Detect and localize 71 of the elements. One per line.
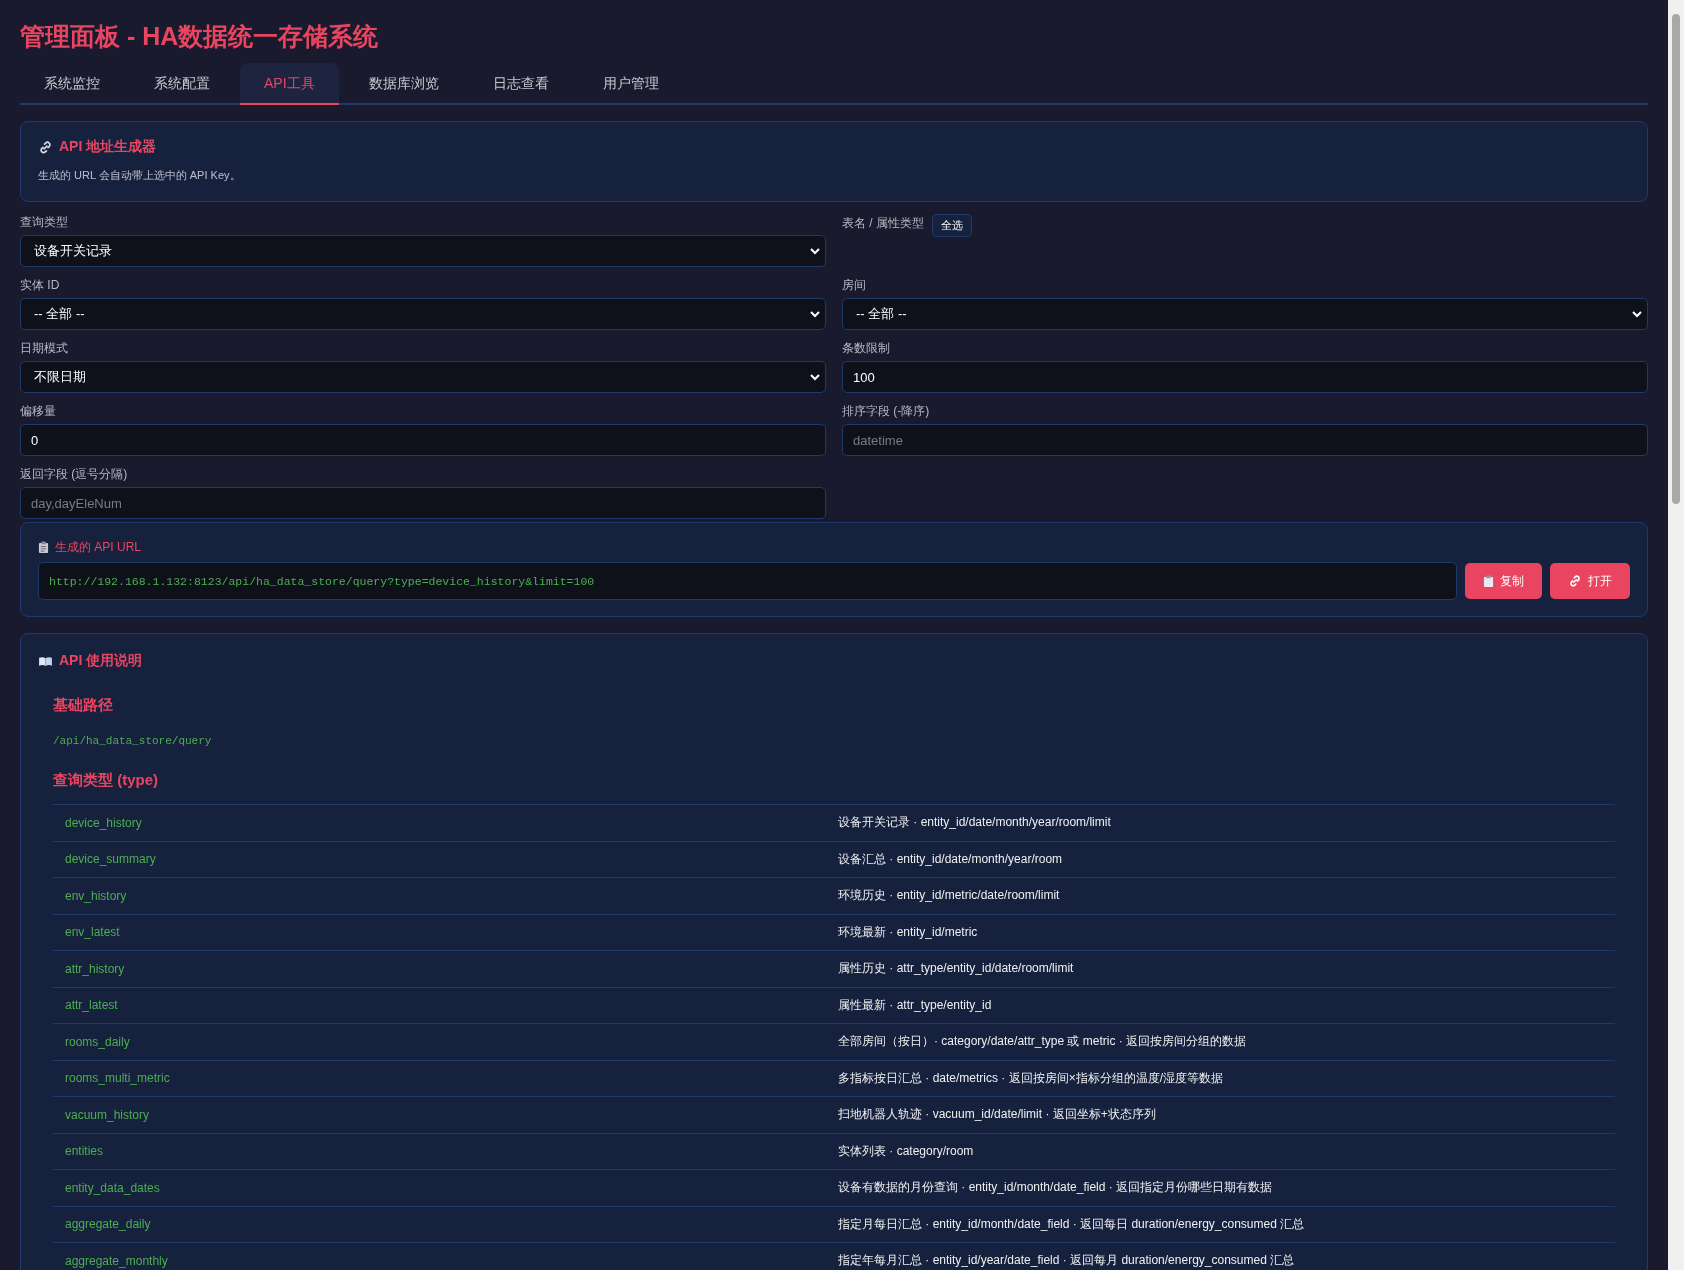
type-name: rooms_daily <box>64 1034 131 1049</box>
type-description: 设备有数据的月份查询 · entity_id/month/date_field · 返回指定月份哪些日期有数据 <box>837 1179 1274 1197</box>
tab[interactable]: 系统配置 <box>130 63 234 103</box>
type-name: device_summary <box>64 852 157 867</box>
dropdown[interactable]: 不限日期 <box>20 361 826 393</box>
tab[interactable]: 日志查看 <box>468 63 573 103</box>
type-description: 环境历史 · entity_id/metric/date/room/limit <box>837 887 1061 905</box>
type-description: 设备开关记录 · entity_id/date/month/year/room/limit <box>837 814 1112 832</box>
dropdown[interactable]: -- 全部 -- <box>842 298 1648 330</box>
field-label: 返回字段 (逗号分隔) <box>20 466 129 483</box>
tab[interactable]: API工具 <box>240 63 339 105</box>
book-icon <box>38 655 53 667</box>
type-name: rooms_multi_metric <box>64 1071 171 1086</box>
type-name: attr_latest <box>64 998 119 1013</box>
link-icon <box>38 139 53 155</box>
select-all-button[interactable]: 全选 <box>932 214 972 237</box>
type-name: device_history <box>64 815 143 830</box>
url-title: 生成的 API URL <box>55 539 141 556</box>
input-field[interactable]: 0 <box>20 424 826 456</box>
input-field[interactable]: day,dayEleNum <box>20 487 826 519</box>
type-description: 指定年每月汇总 · entity_id/year/date_field · 返回每月 duration/energy_consumed 汇总 <box>837 1252 1296 1270</box>
field-label: 房间 <box>842 277 867 294</box>
field-label: 实体 ID <box>20 277 61 294</box>
field-label: 条数限制 <box>842 340 891 357</box>
type-description: 实体列表 · category/room <box>837 1142 975 1160</box>
input-field[interactable]: 100 <box>842 361 1648 393</box>
type-description: 属性历史 · attr_type/entity_id/date/room/limit <box>837 960 1075 978</box>
type-name: attr_history <box>64 961 126 976</box>
copy-button[interactable]: 复制 <box>1465 563 1542 599</box>
chevron-icon <box>1631 308 1643 320</box>
type-description: 扫地机器人轨迹 · vacuum_id/date/limit · 返回坐标+状态序列 <box>837 1106 1157 1124</box>
dropdown[interactable]: -- 全部 -- <box>20 298 826 330</box>
type-description: 设备汇总 · entity_id/date/month/year/room <box>837 850 1064 868</box>
field-label: 查询类型 <box>20 214 69 231</box>
scrollbar[interactable] <box>1668 0 1684 1270</box>
field-label: 表名 / 属性类型 <box>842 215 924 232</box>
type-name: aggregate_daily <box>64 1217 152 1232</box>
url-field[interactable]: http://192.168.1.132:8123/api/ha_data_store/query?type=device_history&limit=100 <box>38 562 1457 600</box>
clipboard-icon <box>38 541 49 554</box>
input-field[interactable]: datetime <box>842 424 1648 456</box>
type-name: env_latest <box>64 925 121 940</box>
field-label: 日期模式 <box>20 340 69 357</box>
tab[interactable]: 系统监控 <box>20 63 124 103</box>
base-path: /api/ha_data_store/query <box>53 735 213 747</box>
type-description: 属性最新 · attr_type/entity_id <box>837 996 993 1014</box>
clipboard-icon <box>1483 574 1494 588</box>
type-description: 全部房间（按日）· category/date/attr_type 或 metric · 返回按房间分组的数据 <box>837 1033 1248 1051</box>
tab[interactable]: 用户管理 <box>578 63 683 103</box>
field-label: 排序字段 (-降序) <box>842 403 931 420</box>
tab[interactable]: 数据库浏览 <box>344 63 463 103</box>
type-description: 多指标按日汇总 · date/metrics · 返回按房间×指标分组的温度/湿度等数据 <box>837 1069 1225 1087</box>
dropdown[interactable]: 设备开关记录 <box>20 235 826 267</box>
link-icon <box>1568 574 1582 588</box>
type-name: vacuum_history <box>64 1107 151 1122</box>
chevron-icon <box>809 371 821 383</box>
type-description: 指定月每日汇总 · entity_id/month/date_field · 返回每日 duration/energy_consumed 汇总 <box>837 1215 1306 1233</box>
type-name: entity_data_dates <box>64 1180 161 1195</box>
type-description: 环境最新 · entity_id/metric <box>837 923 979 941</box>
page-title: 管理面板 - HA数据统一存储系统 <box>20 21 380 52</box>
chevron-icon <box>809 308 821 320</box>
type-name: aggregate_monthly <box>64 1253 169 1268</box>
card-title: API 地址生成器 <box>59 138 157 156</box>
note-text: 生成的 URL 会自动带上选中的 API Key。 <box>38 168 242 183</box>
field-label: 偏移量 <box>20 403 57 420</box>
chevron-icon <box>809 245 821 257</box>
card-title: API 使用说明 <box>59 652 143 670</box>
open-button[interactable]: 打开 <box>1550 563 1630 599</box>
section-heading: 查询类型 (type) <box>53 771 159 790</box>
type-name: env_history <box>64 888 128 903</box>
type-name: entities <box>64 1144 105 1159</box>
section-heading: 基础路径 <box>53 696 114 715</box>
